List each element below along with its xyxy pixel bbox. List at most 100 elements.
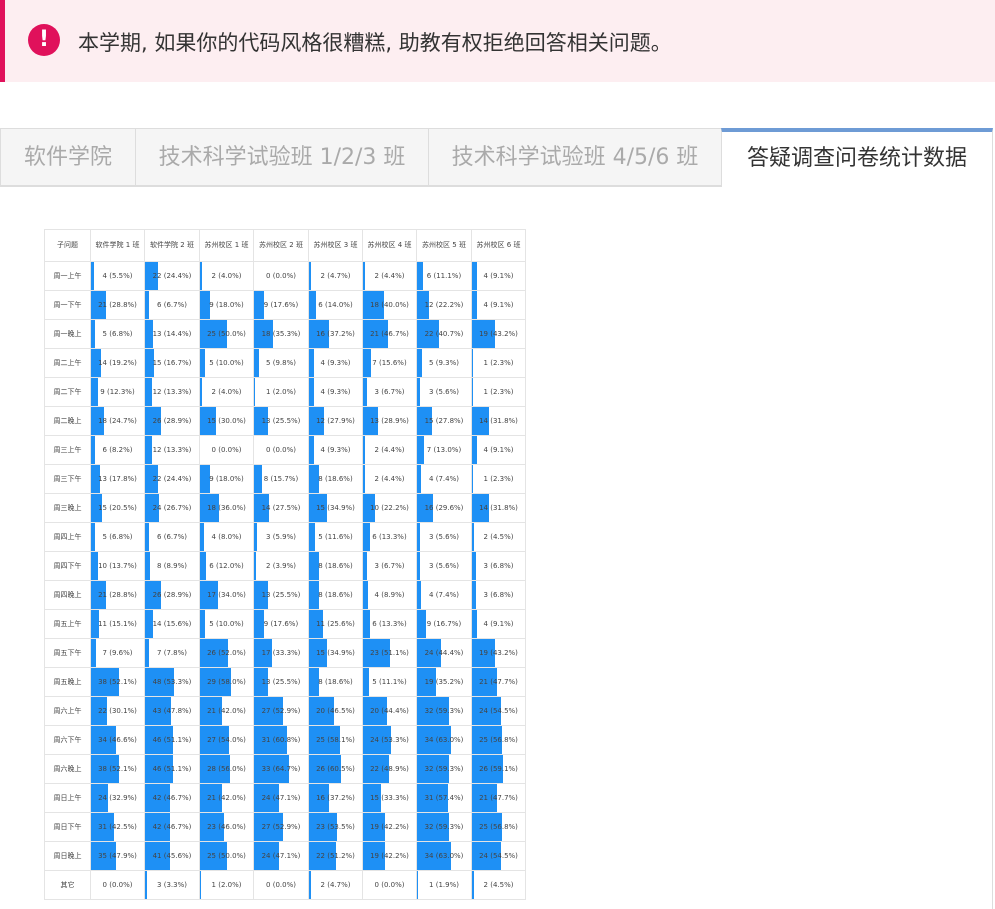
cell-value: 18 (40.0%): [370, 301, 409, 309]
tab-software-college[interactable]: 软件学院: [0, 128, 136, 186]
cell-value: 6 (6.7%): [157, 301, 187, 309]
tab-survey-stats[interactable]: 答疑调查问卷统计数据: [721, 128, 993, 187]
table-cell: 25 (56.8%): [471, 812, 526, 842]
tab-tech-science-456[interactable]: 技术科学试验班 4/5/6 班: [428, 128, 722, 186]
table-cell: 12 (22.2%): [416, 290, 472, 320]
table-cell: 8 (15.7%): [253, 464, 309, 494]
table-cell: 9 (18.0%): [199, 290, 254, 320]
cell-value: 27 (52.9%): [261, 823, 301, 831]
table-row: 周六上午 22 (30.1%) 43 (47.8%) 21 (42.0%) 27 (52…: [44, 696, 526, 726]
table-cell: 0 (0.0%): [253, 435, 309, 465]
cell-value: 5 (6.8%): [102, 533, 133, 541]
cell-value: 2 (4.7%): [320, 272, 351, 280]
table-cell: 42 (46.7%): [144, 812, 200, 842]
cell-value: 16 (37.2%): [316, 330, 355, 338]
table-cell: 0 (0.0%): [90, 870, 145, 900]
cell-value: 4 (9.3%): [320, 388, 351, 396]
table-cell: 16 (37.2%): [308, 319, 363, 349]
table-cell: 5 (11.1%): [362, 667, 417, 697]
table-row: 周二晚上 18 (24.7%) 26 (28.9%) 15 (30.0%) 13 (25…: [44, 406, 526, 436]
cell-value: 1 (1.9%): [429, 881, 459, 889]
panel-border: [992, 186, 993, 909]
column-header: 软件学院 2 班: [144, 229, 200, 262]
cell-value: 5 (6.8%): [102, 330, 133, 338]
cell-value: 7 (13.0%): [426, 446, 462, 454]
cell-value: 0 (0.0%): [266, 446, 296, 454]
table-cell: 5 (6.8%): [90, 522, 145, 552]
table-row: 周三晚上 15 (20.5%) 24 (26.7%) 18 (36.0%) 14 (27…: [44, 493, 526, 523]
table-cell: 3 (5.9%): [253, 522, 309, 552]
row-label: 周六下午: [44, 725, 91, 755]
table-cell: 5 (10.0%): [199, 609, 254, 639]
table-cell: 4 (5.5%): [90, 261, 145, 291]
cell-value: 6 (12.0%): [209, 562, 244, 570]
cell-value: 3 (3.3%): [157, 881, 187, 889]
cell-value: 13 (14.4%): [152, 330, 192, 338]
cell-value: 26 (60.5%): [316, 765, 355, 773]
column-header: 软件学院 1 班: [90, 229, 145, 262]
table-body: 周一上午 4 (5.5%) 22 (24.4%) 2 (4.0%) 0 (0.0%) 2 …: [44, 261, 526, 900]
cell-value: 4 (7.4%): [429, 475, 459, 483]
table-cell: 29 (58.0%): [199, 667, 254, 697]
table-cell: 26 (28.9%): [144, 406, 200, 436]
cell-value: 15 (16.7%): [152, 359, 192, 367]
table-cell: 1 (2.0%): [199, 870, 254, 900]
row-label: 周一晚上: [44, 319, 91, 349]
cell-value: 24 (32.9%): [98, 794, 137, 802]
table-cell: 11 (25.6%): [308, 609, 363, 639]
cell-value: 5 (10.0%): [209, 359, 244, 367]
table-cell: 6 (13.3%): [362, 609, 417, 639]
table-cell: 4 (9.1%): [471, 435, 526, 465]
cell-value: 6 (14.0%): [318, 301, 353, 309]
table-cell: 21 (47.7%): [471, 783, 526, 813]
cell-value: 18 (36.0%): [207, 504, 246, 512]
table-cell: 15 (20.5%): [90, 493, 145, 523]
cell-value: 42 (46.7%): [152, 794, 192, 802]
table-cell: 19 (42.2%): [362, 812, 417, 842]
table-cell: 19 (42.2%): [362, 841, 417, 871]
cell-value: 25 (56.8%): [479, 823, 518, 831]
cell-value: 23 (51.1%): [370, 649, 409, 657]
cell-value: 15 (30.0%): [207, 417, 246, 425]
table-cell: 24 (47.1%): [253, 783, 309, 813]
cell-value: 15 (34.9%): [316, 649, 355, 657]
table-cell: 6 (6.7%): [144, 290, 200, 320]
cell-value: 34 (63.0%): [424, 852, 464, 860]
table-cell: 24 (26.7%): [144, 493, 200, 523]
table-cell: 4 (9.1%): [471, 290, 526, 320]
table-cell: 1 (1.9%): [416, 870, 472, 900]
cell-value: 22 (24.4%): [152, 272, 192, 280]
row-label: 周五下午: [44, 638, 91, 668]
table-cell: 23 (53.5%): [308, 812, 363, 842]
cell-value: 25 (56.8%): [479, 736, 518, 744]
table-cell: 10 (13.7%): [90, 551, 145, 581]
row-label: 周二晚上: [44, 406, 91, 436]
table-cell: 2 (4.5%): [471, 870, 526, 900]
cell-value: 6 (13.3%): [372, 533, 407, 541]
cell-value: 24 (53.3%): [370, 736, 409, 744]
cell-value: 14 (31.8%): [479, 504, 518, 512]
table-cell: 28 (56.0%): [199, 754, 254, 784]
cell-value: 0 (0.0%): [102, 881, 133, 889]
table-cell: 12 (13.3%): [144, 435, 200, 465]
cell-value: 1 (2.3%): [483, 388, 514, 396]
table-cell: 14 (15.6%): [144, 609, 200, 639]
table-cell: 32 (59.3%): [416, 754, 472, 784]
table-cell: 0 (0.0%): [362, 870, 417, 900]
table-cell: 1 (2.3%): [471, 464, 526, 494]
table-row: 周四下午 10 (13.7%) 8 (8.9%) 6 (12.0%) 2 (3.9%) 8…: [44, 551, 526, 581]
table-cell: 4 (8.9%): [362, 580, 417, 610]
table-cell: 2 (4.7%): [308, 261, 363, 291]
cell-value: 12 (13.3%): [152, 388, 192, 396]
cell-value: 21 (47.7%): [479, 678, 518, 686]
table-row: 周日晚上 35 (47.9%) 41 (45.6%) 25 (50.0%) 24 (47…: [44, 841, 526, 871]
tab-tech-science-123[interactable]: 技术科学试验班 1/2/3 班: [135, 128, 429, 186]
table-cell: 32 (59.3%): [416, 696, 472, 726]
table-cell: 5 (11.6%): [308, 522, 363, 552]
table-cell: 12 (27.9%): [308, 406, 363, 436]
cell-value: 26 (28.9%): [152, 591, 192, 599]
cell-value: 15 (20.5%): [98, 504, 137, 512]
cell-value: 4 (7.4%): [429, 591, 459, 599]
cell-value: 21 (47.7%): [479, 794, 518, 802]
cell-value: 27 (52.9%): [261, 707, 301, 715]
